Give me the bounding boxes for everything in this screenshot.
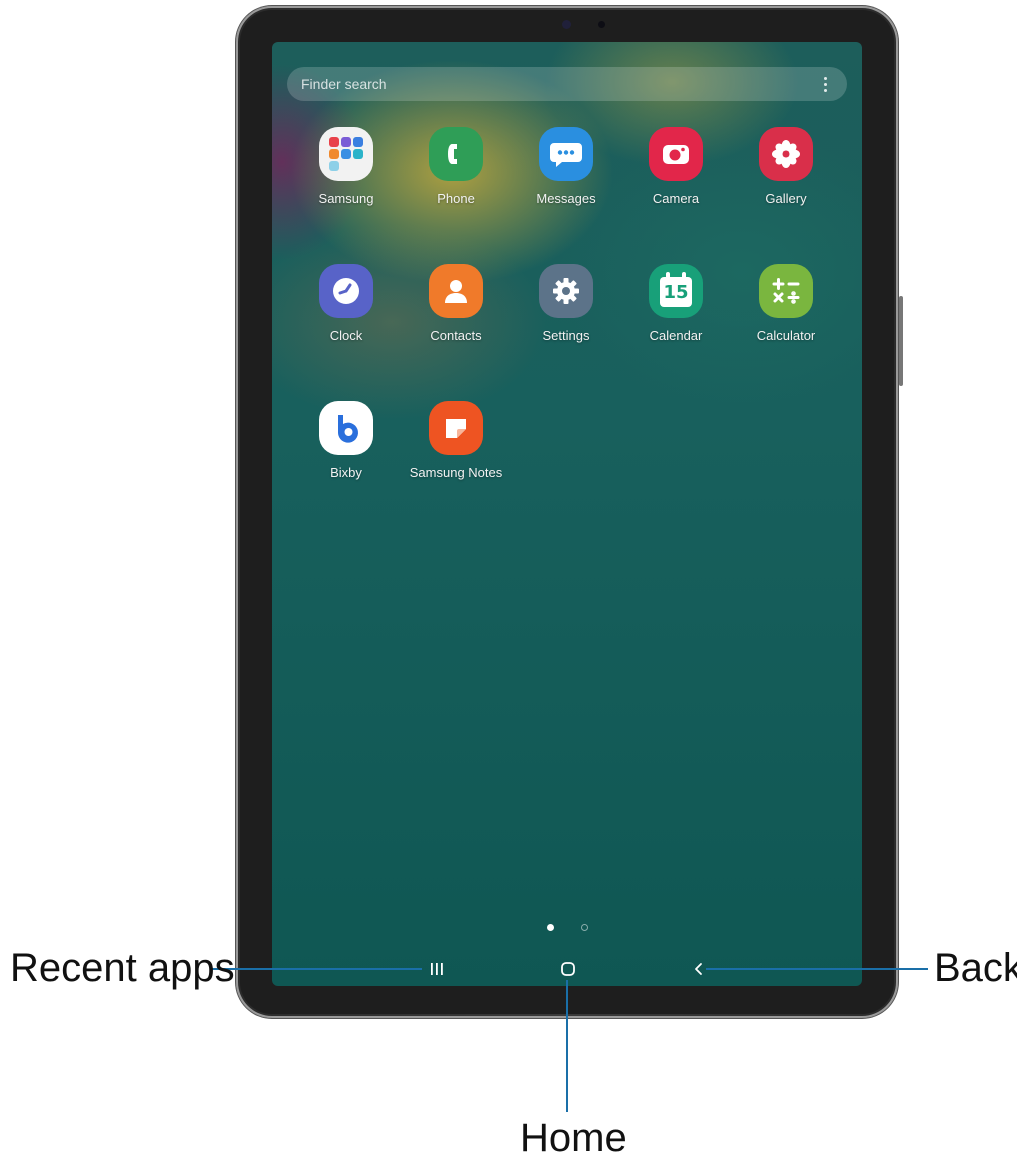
app-calendar[interactable]: 15 Calendar <box>621 264 731 343</box>
app-label: Calendar <box>649 328 703 343</box>
recent-apps-callout-label: Recent apps <box>10 946 235 990</box>
app-label: Phone <box>437 191 475 206</box>
app-samsung-notes[interactable]: Samsung Notes <box>401 401 511 480</box>
app-samsung[interactable]: Samsung <box>291 127 401 206</box>
home-icon <box>561 962 575 976</box>
app-phone[interactable]: Phone <box>401 127 511 206</box>
samsung-notes-icon <box>429 401 483 455</box>
phone-icon <box>429 127 483 181</box>
gallery-icon <box>759 127 813 181</box>
clock-icon <box>319 264 373 318</box>
app-label: Bixby <box>330 465 362 480</box>
page-dot-inactive[interactable] <box>581 924 588 931</box>
sensor-dot <box>598 21 605 28</box>
app-settings[interactable]: Settings <box>511 264 621 343</box>
front-camera-icon <box>562 20 571 29</box>
app-camera[interactable]: Camera <box>621 127 731 206</box>
calendar-day-number: 15 <box>663 281 689 303</box>
search-placeholder: Finder search <box>301 76 387 92</box>
back-callout-label: Back <box>934 946 1017 990</box>
app-gallery[interactable]: Gallery <box>731 127 841 206</box>
camera-icon <box>649 127 703 181</box>
recent-apps-callout-line <box>212 968 422 970</box>
app-label: Clock <box>329 328 363 343</box>
page-indicator <box>547 924 588 931</box>
home-callout-label: Home <box>520 1116 627 1160</box>
app-messages[interactable]: Messages <box>511 127 621 206</box>
app-calculator[interactable]: Calculator <box>731 264 841 343</box>
app-label: Samsung <box>318 191 374 206</box>
page-dot-active[interactable] <box>547 924 554 931</box>
back-callout-line <box>706 968 928 970</box>
app-label: Settings <box>542 328 590 343</box>
back-icon <box>695 963 702 975</box>
settings-icon <box>539 264 593 318</box>
volume-button <box>899 296 903 386</box>
recent-apps-button[interactable] <box>422 957 452 981</box>
app-label: Camera <box>652 191 700 206</box>
app-label: Samsung Notes <box>409 465 503 480</box>
more-vertical-icon[interactable] <box>817 75 833 93</box>
home-callout-line <box>566 980 568 1112</box>
home-button[interactable] <box>553 957 583 981</box>
contacts-icon <box>429 264 483 318</box>
samsung-folder-icon <box>319 127 373 181</box>
app-clock[interactable]: Clock <box>291 264 401 343</box>
app-label: Messages <box>536 191 596 206</box>
app-label: Gallery <box>765 191 807 206</box>
app-bixby[interactable]: Bixby <box>291 401 401 480</box>
calendar-icon: 15 <box>649 264 703 318</box>
finder-search-bar[interactable]: Finder search <box>287 67 847 101</box>
app-label: Contacts <box>430 328 482 343</box>
recent-apps-icon <box>431 963 443 975</box>
messages-icon <box>539 127 593 181</box>
calculator-icon <box>759 264 813 318</box>
app-label: Calculator <box>756 328 816 343</box>
bixby-icon <box>319 401 373 455</box>
app-drawer-screen: Finder search Samsung Phone Messages Cam… <box>272 42 862 986</box>
app-contacts[interactable]: Contacts <box>401 264 511 343</box>
